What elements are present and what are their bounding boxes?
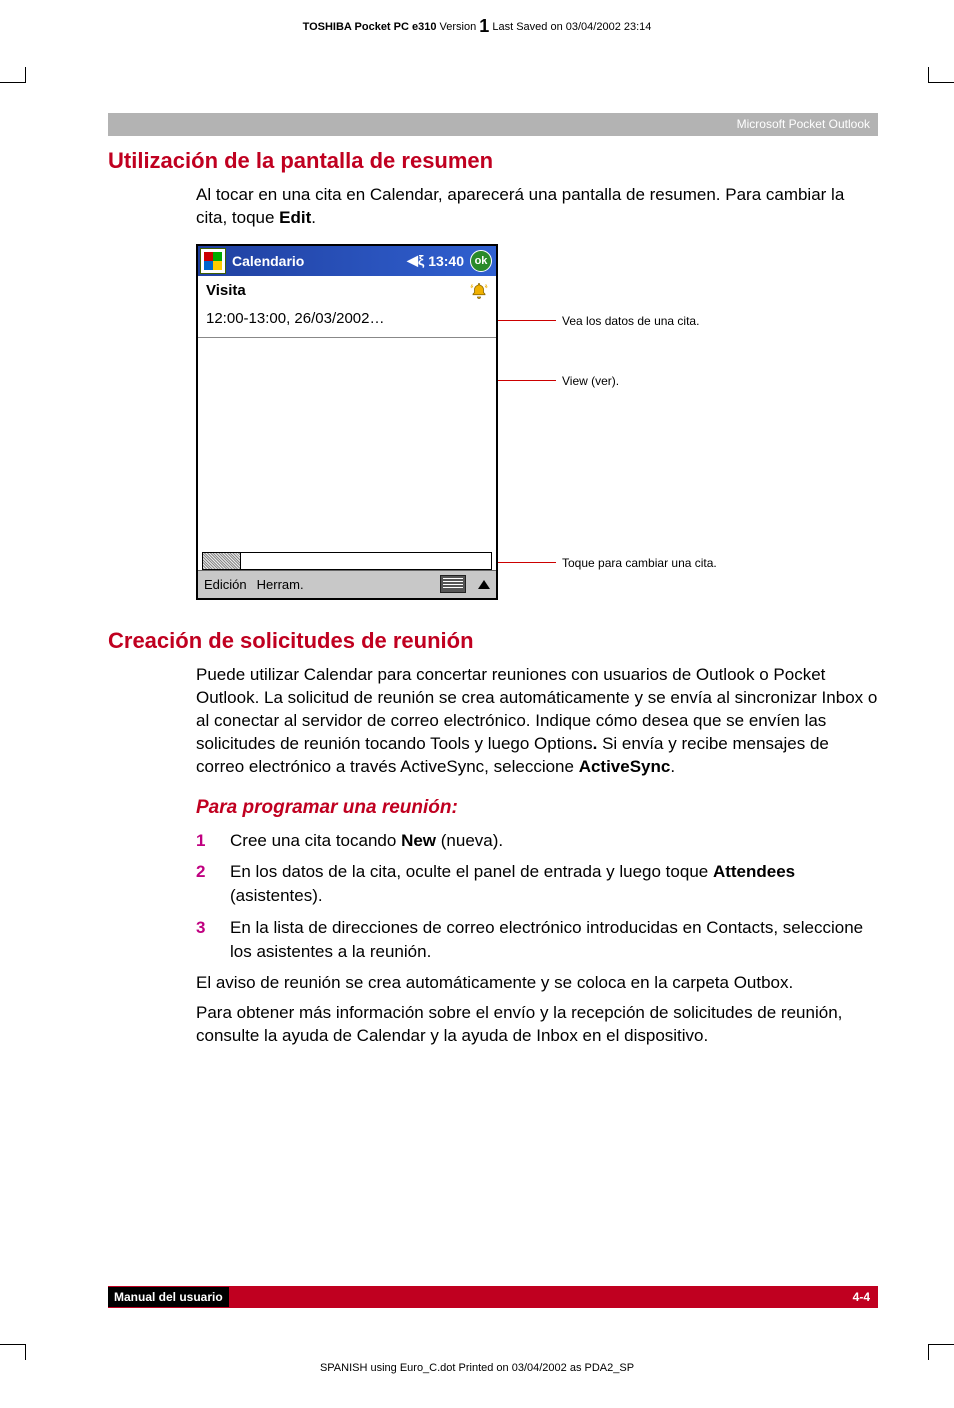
step-text: Cree una cita tocando New (nueva). [230, 829, 503, 853]
callout-column: Vea los datos de una cita. View (ver). T… [498, 244, 878, 600]
text: En los datos de la cita, oculte el panel… [230, 862, 713, 881]
callout-3: Toque para cambiar una cita. [498, 556, 717, 570]
crop-mark [928, 67, 929, 83]
app-title: Calendario [228, 253, 407, 269]
step-2: 2 En los datos de la cita, oculte el pan… [196, 860, 878, 908]
step-text: En los datos de la cita, oculte el panel… [230, 860, 878, 908]
callout-line [498, 320, 556, 321]
speaker-icon[interactable]: ◀ξ [407, 252, 424, 269]
footer-bar: Manual del usuario 4-4 [108, 1286, 878, 1308]
product-name: TOSHIBA Pocket PC e310 [303, 21, 437, 33]
step-number: 1 [196, 829, 212, 853]
text: (nueva). [436, 831, 503, 850]
callout-1: Vea los datos de una cita. [498, 314, 699, 328]
band-text: Microsoft Pocket Outlook [737, 117, 870, 131]
scrollbar[interactable] [202, 552, 492, 570]
callout-text-3: Toque para cambiar una cita. [562, 556, 717, 570]
para-outbox: El aviso de reunión se crea automáticame… [196, 972, 878, 995]
step-text: En la lista de direcciones de correo ele… [230, 916, 878, 964]
titlebar: Calendario ◀ξ 13:40 ok [198, 246, 496, 276]
text: . [670, 757, 675, 776]
scrollbar-thumb[interactable] [203, 553, 241, 569]
para-moreinfo: Para obtener más información sobre el en… [196, 1002, 878, 1048]
pocketpc-screenshot: Calendario ◀ξ 13:40 ok Visita 12:00-13:0… [196, 244, 498, 600]
text: Cree una cita tocando [230, 831, 401, 850]
crop-mark [928, 1344, 954, 1345]
ok-button[interactable]: ok [470, 250, 492, 272]
callout-text-2: View (ver). [562, 374, 619, 388]
heading-programar: Para programar una reunión: [196, 797, 878, 819]
para-intro: Al tocar en una cita en Calendar, aparec… [196, 184, 878, 230]
saved-timestamp: Last Saved on 03/04/2002 23:14 [492, 21, 651, 33]
bell-icon[interactable] [470, 282, 488, 300]
footer-left: Manual del usuario [108, 1287, 229, 1307]
bold-attendees: Attendees [713, 862, 795, 881]
menu-edicion[interactable]: Edición [204, 577, 247, 592]
step-3: 3 En la lista de direcciones de correo e… [196, 916, 878, 964]
callout-text-1: Vea los datos de una cita. [562, 314, 699, 328]
start-icon[interactable] [200, 248, 226, 274]
bold-activesync: ActiveSync [579, 757, 671, 776]
crop-mark [0, 82, 26, 83]
crop-mark [25, 1344, 26, 1360]
device-body: Visita 12:00-13:00, 26/03/2002… [198, 276, 496, 570]
section-band: Microsoft Pocket Outlook [108, 113, 878, 136]
callout-line [498, 380, 556, 381]
appointment-time: 12:00-13:00, 26/03/2002… [198, 302, 496, 338]
version-number: 1 [479, 16, 489, 36]
page-header: TOSHIBA Pocket PC e310 Version 1 Last Sa… [0, 16, 954, 37]
footer-page: 4-4 [853, 1290, 870, 1304]
crop-mark [25, 67, 26, 83]
text: . [311, 208, 316, 227]
content-area: Utilización de la pantalla de resumen Al… [108, 148, 878, 1056]
crop-mark [928, 82, 954, 83]
version-label: Version [440, 21, 477, 33]
subject-text: Visita [206, 282, 246, 300]
menu-herram[interactable]: Herram. [257, 577, 304, 592]
clock: 13:40 [428, 253, 464, 269]
crop-mark [0, 1344, 26, 1345]
figure: Calendario ◀ξ 13:40 ok Visita 12:00-13:0… [196, 244, 878, 600]
bold-new: New [401, 831, 436, 850]
text: (asistentes). [230, 886, 323, 905]
step-number: 3 [196, 916, 212, 964]
heading-creacion: Creación de solicitudes de reunión [108, 628, 878, 654]
empty-area [198, 338, 496, 570]
callout-2: View (ver). [498, 374, 619, 388]
subject-row: Visita [198, 276, 496, 302]
step-number: 2 [196, 860, 212, 908]
menubar: Edición Herram. [198, 570, 496, 598]
para-creacion: Puede utilizar Calendar para concertar r… [196, 664, 878, 779]
bold-edit: Edit [279, 208, 311, 227]
step-1: 1 Cree una cita tocando New (nueva). [196, 829, 878, 853]
print-info: SPANISH using Euro_C.dot Printed on 03/0… [0, 1362, 954, 1374]
callout-line [498, 562, 556, 563]
keyboard-icon[interactable] [440, 575, 466, 593]
crop-mark [928, 1344, 929, 1360]
steps-list: 1 Cree una cita tocando New (nueva). 2 E… [196, 829, 878, 964]
arrow-up-icon[interactable] [478, 580, 490, 589]
heading-utilizacion: Utilización de la pantalla de resumen [108, 148, 878, 174]
